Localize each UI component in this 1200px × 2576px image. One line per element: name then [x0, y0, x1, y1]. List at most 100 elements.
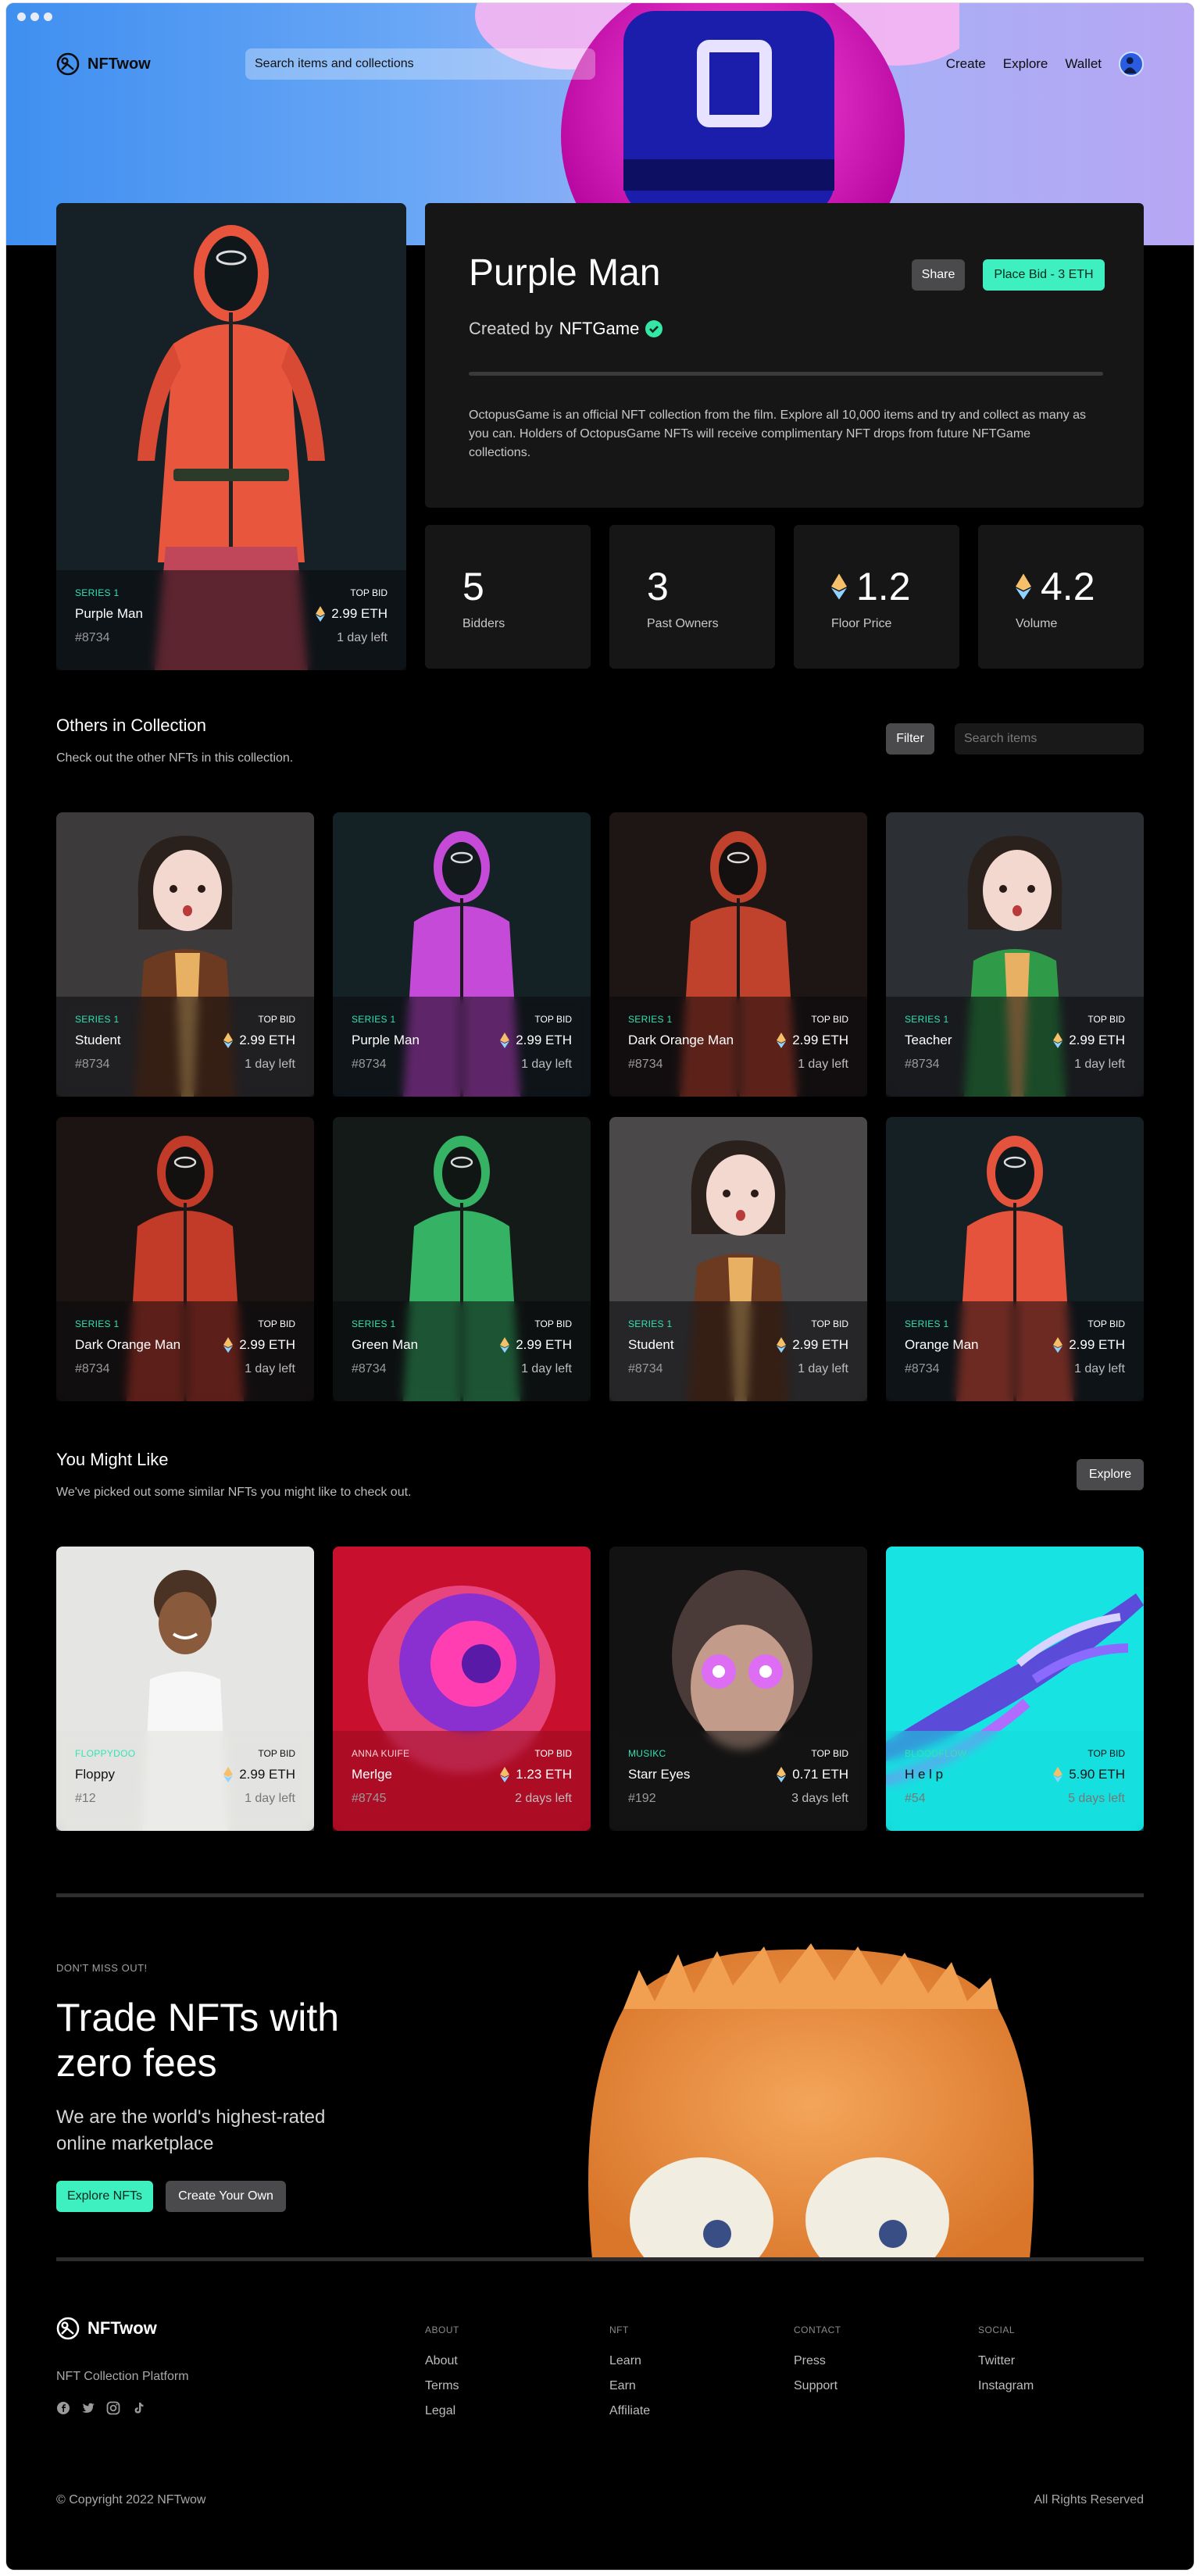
nft-card[interactable]: SERIES 1 TOP BID Purple Man 2.99 ETH #8734 1 …	[333, 812, 591, 1097]
search-items-input[interactable]: Search items	[955, 723, 1144, 755]
nft-card[interactable]: SERIES 1 TOP BID Dark Orange Man 2.99 ETH #8…	[56, 1117, 314, 1401]
nft-id: #8734	[905, 1058, 940, 1071]
nft-id: #8745	[352, 1792, 387, 1805]
search-input[interactable]: Search items and collections	[245, 48, 595, 80]
close-dot[interactable]	[17, 12, 26, 21]
nav-explore-link[interactable]: Explore	[1003, 56, 1048, 72]
nft-price: 2.99 ETH	[777, 1033, 848, 1048]
verified-icon	[645, 320, 663, 337]
time-left: 1 day left	[521, 1362, 572, 1375]
top-bid-label: TOP BID	[534, 1014, 572, 1025]
stat-number: 4.2	[1041, 565, 1095, 608]
nft-card[interactable]: FLOPPYDOO TOP BID Floppy 2.99 ETH #12 1 day l…	[56, 1547, 314, 1831]
top-bid-label: TOP BID	[811, 1014, 848, 1025]
stat-value: 1.2	[831, 564, 911, 609]
series-label: SERIES 1	[75, 1318, 120, 1329]
price-value: 1.23 ETH	[516, 1767, 572, 1782]
footer-link-affiliate[interactable]: Affiliate	[609, 2404, 650, 2418]
nft-price: 2.99 ETH	[223, 1767, 295, 1782]
nft-card[interactable]: SERIES 1 TOP BID Student 2.99 ETH #8734 1 day…	[56, 812, 314, 1097]
time-left: 1 day left	[521, 1058, 572, 1071]
creator-link[interactable]: NFTGame	[559, 319, 640, 339]
promo-subtitle: We are the world's highest-rated online …	[56, 2107, 326, 2154]
stat-number: 5	[462, 565, 484, 608]
stat-bidders: 5 Bidders	[425, 525, 591, 669]
nft-card[interactable]: SERIES 1 TOP BID Teacher 2.99 ETH #8734 1 day…	[886, 812, 1144, 1097]
place-bid-button[interactable]: Place Bid - 3 ETH	[983, 259, 1105, 291]
nft-price: 2.99 ETH	[223, 1033, 295, 1048]
top-bid-label: TOP BID	[811, 1748, 848, 1759]
explore-nfts-button[interactable]: Explore NFTs	[56, 2181, 153, 2212]
nav-create-link[interactable]: Create	[946, 56, 986, 72]
nft-price: 0.71 ETH	[777, 1767, 848, 1782]
eth-icon	[500, 1033, 510, 1048]
footer-col-social: SOCIAL Twitter Instagram	[978, 2324, 1034, 2404]
section-divider	[56, 2257, 1144, 2261]
nft-price: 2.99 ETH	[223, 1337, 295, 1353]
footer-link-terms[interactable]: Terms	[425, 2379, 459, 2393]
footer-link-twitter[interactable]: Twitter	[978, 2354, 1034, 2368]
footer-link-legal[interactable]: Legal	[425, 2404, 459, 2418]
explore-button[interactable]: Explore	[1077, 1459, 1144, 1490]
promo-title: Trade NFTs with zero fees	[56, 1996, 340, 2085]
footer-col-about: ABOUT About Terms Legal	[425, 2324, 459, 2429]
share-button[interactable]: Share	[912, 259, 965, 291]
nft-id: #8734	[75, 631, 110, 644]
nav-wallet-link[interactable]: Wallet	[1065, 56, 1102, 72]
user-avatar[interactable]	[1119, 52, 1144, 77]
footer-link-about[interactable]: About	[425, 2354, 459, 2368]
footer-logo[interactable]: NFTwow	[56, 2317, 157, 2340]
nft-card[interactable]: MUSIKC TOP BID Starr Eyes 0.71 ETH #192 3 day…	[609, 1547, 867, 1831]
nft-card[interactable]: SERIES 1 TOP BID Green Man 2.99 ETH #8734 1 d…	[333, 1117, 591, 1401]
footer-link-support[interactable]: Support	[794, 2379, 841, 2393]
nft-name: H e l p	[905, 1767, 944, 1782]
price-value: 2.99 ETH	[239, 1337, 295, 1352]
nft-card[interactable]: SERIES 1 TOP BID Dark Orange Man 2.99 ETH #8…	[609, 812, 867, 1097]
price-value: 2.99 ETH	[792, 1033, 848, 1047]
footer-link-earn[interactable]: Earn	[609, 2379, 650, 2393]
nft-card[interactable]: SERIES 1 TOP BID Orange Man 2.99 ETH #8734 1 …	[886, 1117, 1144, 1401]
nft-card-meta: ANNA KUIFE TOP BID Merlge 1.23 ETH #8745 2 da…	[333, 1731, 591, 1831]
footer-link-learn[interactable]: Learn	[609, 2354, 650, 2368]
facebook-icon[interactable]	[56, 2401, 70, 2415]
nft-id: #8734	[352, 1058, 387, 1071]
stat-label: Past Owners	[647, 617, 719, 630]
instagram-icon[interactable]	[106, 2401, 120, 2415]
stat-label: Floor Price	[831, 617, 892, 630]
brand-name: NFTwow	[88, 55, 151, 73]
nft-card[interactable]: ANNA KUIFE TOP BID Merlge 1.23 ETH #8745 2 da…	[333, 1547, 591, 1831]
nft-card[interactable]: BLOODFLOW TOP BID H e l p 5.90 ETH #54 5 days…	[886, 1547, 1144, 1831]
series-label: SERIES 1	[905, 1014, 949, 1025]
twitter-icon[interactable]	[81, 2401, 95, 2415]
stat-label: Bidders	[462, 617, 505, 630]
top-bid-label: TOP BID	[811, 1318, 848, 1329]
time-left: 1 day left	[337, 631, 388, 644]
top-bid-label: TOP BID	[350, 587, 388, 598]
create-your-own-button[interactable]: Create Your Own	[166, 2181, 286, 2212]
tiktok-icon[interactable]	[131, 2401, 145, 2415]
minimize-dot[interactable]	[30, 12, 39, 21]
footer-link-instagram[interactable]: Instagram	[978, 2379, 1034, 2393]
eth-icon	[777, 1337, 787, 1353]
footer-link-press[interactable]: Press	[794, 2354, 841, 2368]
nft-id: #192	[628, 1792, 656, 1805]
filter-button[interactable]: Filter	[886, 723, 934, 755]
series-label: SERIES 1	[352, 1014, 396, 1025]
footer-heading: SOCIAL	[978, 2324, 1016, 2335]
nft-card[interactable]: SERIES 1 TOP BID Student 2.99 ETH #8734 1 day…	[609, 1117, 867, 1401]
nft-card-meta: SERIES 1 TOP BID Dark Orange Man 2.99 ETH #8…	[609, 997, 867, 1097]
maximize-dot[interactable]	[44, 12, 52, 21]
time-left: 1 day left	[1074, 1362, 1125, 1375]
featured-nft-card[interactable]: SERIES 1 TOP BID Purple Man 2.99 ETH #87…	[56, 203, 406, 670]
footer-brand-name: NFTwow	[88, 2318, 157, 2338]
nft-price: 2.99 ETH	[777, 1337, 848, 1353]
series-label: SERIES 1	[905, 1318, 949, 1329]
nft-card-meta: SERIES 1 TOP BID Orange Man 2.99 ETH #8734 1 …	[886, 1301, 1144, 1401]
footer-tagline: NFT Collection Platform	[56, 2370, 189, 2383]
eth-icon	[223, 1033, 234, 1048]
brand-logo[interactable]: NFTwow	[56, 52, 151, 76]
nft-id: #8734	[75, 1058, 110, 1071]
collection-title: Others in Collection	[56, 715, 206, 735]
nft-id: #8734	[352, 1362, 387, 1375]
suggest-title: You Might Like	[56, 1450, 169, 1469]
